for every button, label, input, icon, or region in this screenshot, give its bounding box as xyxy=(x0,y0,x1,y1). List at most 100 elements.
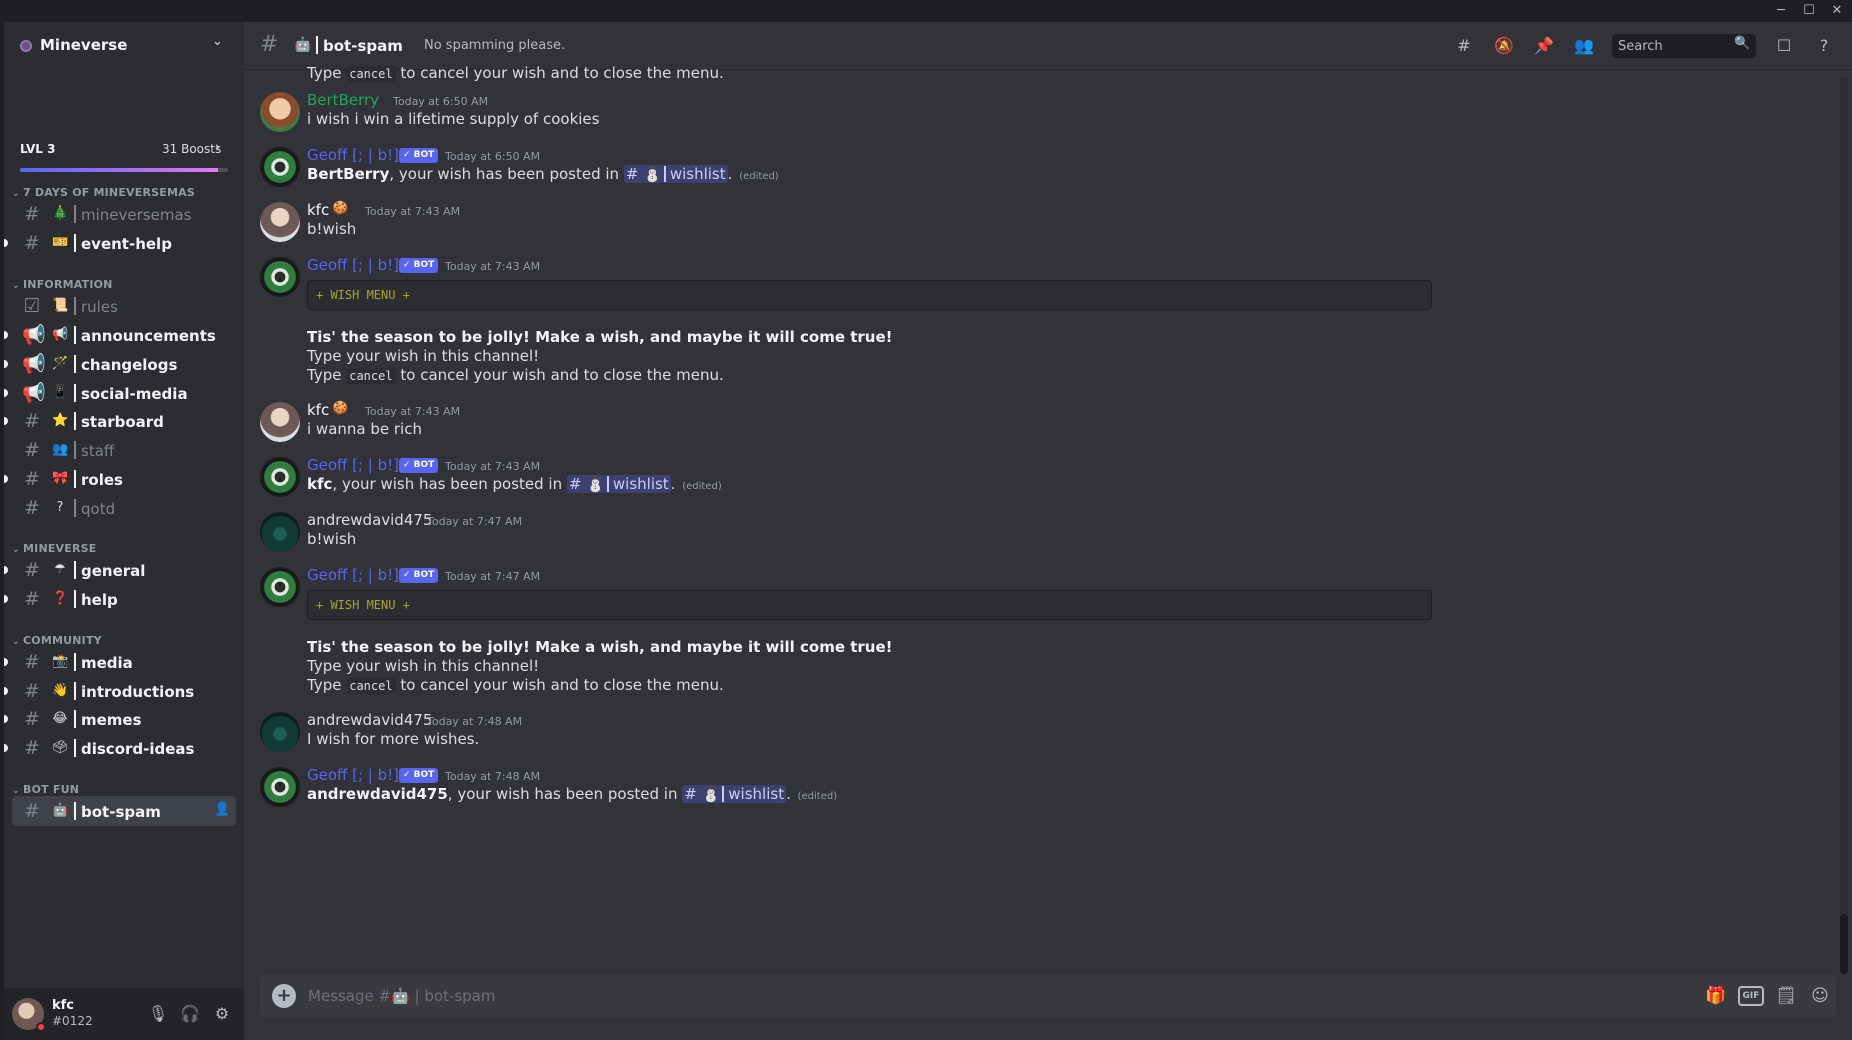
sidebar-item-label: general xyxy=(74,561,145,580)
message-author[interactable]: Geoff [; | b!] xyxy=(307,766,399,784)
hash-icon: # xyxy=(24,708,40,730)
server-header[interactable]: Mineverse ⌄ xyxy=(4,22,244,70)
gif-button[interactable]: GIF xyxy=(1738,986,1764,1006)
channel-mention[interactable]: # ⛄ wishlist xyxy=(566,475,671,493)
bot-badge: ✓ BOT xyxy=(399,258,439,273)
unread-indicator xyxy=(4,715,8,723)
channel-sidebar: Mineverse ⌄ LVL 3 31 Boosts › ⌄ 7 DAYS OF… xyxy=(4,22,244,1040)
close-icon[interactable]: ✕ xyxy=(1824,2,1850,20)
message-author[interactable]: andrewdavid475 xyxy=(307,711,432,729)
scrollbar[interactable] xyxy=(1840,78,1848,974)
member-list-icon[interactable]: 👥 xyxy=(1572,34,1596,58)
sidebar-item-general[interactable]: # ☂ general xyxy=(4,555,236,585)
search-box[interactable]: 🔍 xyxy=(1612,34,1756,58)
hash-icon: # xyxy=(24,651,40,673)
headphones-icon[interactable]: 🎧 xyxy=(178,1002,202,1026)
sidebar-item-changelogs[interactable]: 📢 🪄 changelogs xyxy=(4,349,236,379)
sidebar-item-discord-ideas[interactable]: # 🗳 discord-ideas xyxy=(4,733,236,763)
channel-emoji: 🎫 xyxy=(52,235,69,250)
sidebar-item-introductions[interactable]: # 👋 introductions xyxy=(4,676,236,706)
search-input[interactable] xyxy=(1612,34,1732,58)
sidebar-item-roles[interactable]: # 🎀 roles xyxy=(4,464,236,494)
avatar[interactable] xyxy=(260,712,300,752)
message-author[interactable]: Geoff [; | b!] xyxy=(307,256,399,274)
unread-indicator xyxy=(4,744,8,752)
avatar[interactable] xyxy=(260,567,300,607)
status-dnd-icon xyxy=(36,1022,46,1032)
channel-emoji: 🗳 xyxy=(52,740,69,755)
user-name: kfc xyxy=(52,998,75,1013)
sidebar-item-announcements[interactable]: 📢 📢 announcements xyxy=(4,320,236,350)
avatar[interactable] xyxy=(260,257,300,297)
message-content: Type your wish in this channel! xyxy=(307,657,540,675)
sticker-icon[interactable]: 🗒 xyxy=(1774,984,1798,1008)
unread-indicator xyxy=(4,239,8,247)
scrollbar-thumb[interactable] xyxy=(1840,914,1848,974)
avatar[interactable] xyxy=(260,402,300,442)
boost-progress-bar xyxy=(20,168,228,172)
threads-icon[interactable]: # xyxy=(1452,34,1476,58)
invite-member-icon[interactable]: 👤 xyxy=(214,802,230,817)
sidebar-item-mineversemas[interactable]: # 🎄 mineversemas xyxy=(12,199,236,229)
window-titlebar: ─ ☐ ✕ xyxy=(0,0,1852,22)
avatar[interactable] xyxy=(260,92,300,132)
message-composer: + 🎁 GIF 🗒 ☺ xyxy=(260,974,1836,1018)
avatar[interactable] xyxy=(260,457,300,497)
message-author[interactable]: kfc xyxy=(307,201,329,219)
avatar[interactable] xyxy=(260,767,300,807)
channel-mention[interactable]: # ⛄ wishlist xyxy=(623,165,728,183)
pin-icon[interactable]: 📌 xyxy=(1532,34,1556,58)
sidebar-item-social-media[interactable]: 📢 📱 social-media xyxy=(4,378,236,408)
microphone-icon[interactable]: 🎙 xyxy=(146,1002,170,1026)
notification-bell-icon[interactable]: 🔕 xyxy=(1492,34,1516,58)
chevron-down-icon[interactable]: ⌄ xyxy=(212,34,223,49)
category-header[interactable]: ⌄ COMMUNITY xyxy=(12,634,102,647)
gift-icon[interactable]: 🎁 xyxy=(1704,984,1728,1008)
sidebar-item-staff[interactable]: # 👥 staff xyxy=(12,435,236,465)
minimize-icon[interactable]: ─ xyxy=(1768,2,1794,20)
category-header[interactable]: ⌄ INFORMATION xyxy=(12,278,113,291)
chevron-right-icon[interactable]: › xyxy=(215,140,220,155)
sidebar-item-event-help[interactable]: # 🎫 event-help xyxy=(4,228,236,258)
chevron-down-icon: ⌄ xyxy=(12,637,20,647)
add-attachment-icon[interactable]: + xyxy=(272,984,296,1008)
emoji-icon[interactable]: ☺ xyxy=(1808,984,1832,1008)
hash-icon: # xyxy=(24,800,40,822)
sidebar-item-label: staff xyxy=(74,441,114,460)
sidebar-item-help[interactable]: # ❓ help xyxy=(4,584,236,614)
avatar[interactable] xyxy=(260,147,300,187)
message-input[interactable] xyxy=(308,974,1608,1018)
category-header[interactable]: ⌄ MINEVERSE xyxy=(12,542,97,555)
sidebar-item-media[interactable]: # 📸 media xyxy=(4,647,236,677)
bot-badge: ✓ BOT xyxy=(399,458,439,473)
message-author[interactable]: BertBerry xyxy=(307,91,379,109)
message-author[interactable]: Geoff [; | b!] xyxy=(307,456,399,474)
rules-icon: ☑ xyxy=(23,295,41,317)
message-author[interactable]: Geoff [; | b!] xyxy=(307,566,399,584)
sidebar-item-bot-spam[interactable]: # 🤖 bot-spam 👤 xyxy=(12,796,236,826)
sidebar-item-memes[interactable]: # 😂 memes xyxy=(4,704,236,734)
inbox-icon[interactable]: ☐ xyxy=(1772,34,1796,58)
avatar[interactable] xyxy=(260,512,300,552)
sidebar-item-starboard[interactable]: # ⭐ starboard xyxy=(4,406,236,436)
announcement-icon: 📢 xyxy=(22,353,46,375)
unread-indicator xyxy=(4,595,8,603)
avatar[interactable] xyxy=(260,202,300,242)
sidebar-item-qotd[interactable]: #? qotd xyxy=(12,493,236,523)
boost-count[interactable]: 31 Boosts xyxy=(162,142,221,156)
chevron-down-icon: ⌄ xyxy=(12,545,20,555)
message-author[interactable]: andrewdavid475 xyxy=(307,511,432,529)
category-header[interactable]: ⌄ 7 DAYS OF MINEVERSEMAS xyxy=(12,186,195,199)
hash-icon: # xyxy=(24,439,40,461)
hash-icon: # xyxy=(24,232,40,254)
sidebar-item-rules[interactable]: ☑ 📜 rules xyxy=(12,291,236,321)
category-label: COMMUNITY xyxy=(23,634,102,647)
message-author[interactable]: Geoff [; | b!] xyxy=(307,146,399,164)
category-header[interactable]: ⌄ BOT FUN xyxy=(12,783,79,796)
message-author[interactable]: kfc xyxy=(307,401,329,419)
help-icon[interactable]: ? xyxy=(1812,34,1836,58)
settings-gear-icon[interactable]: ⚙ xyxy=(210,1002,234,1026)
channel-mention[interactable]: # ⛄ wishlist xyxy=(682,785,787,803)
message-content: i wish i win a lifetime supply of cookie… xyxy=(307,110,600,128)
maximize-icon[interactable]: ☐ xyxy=(1796,2,1822,20)
